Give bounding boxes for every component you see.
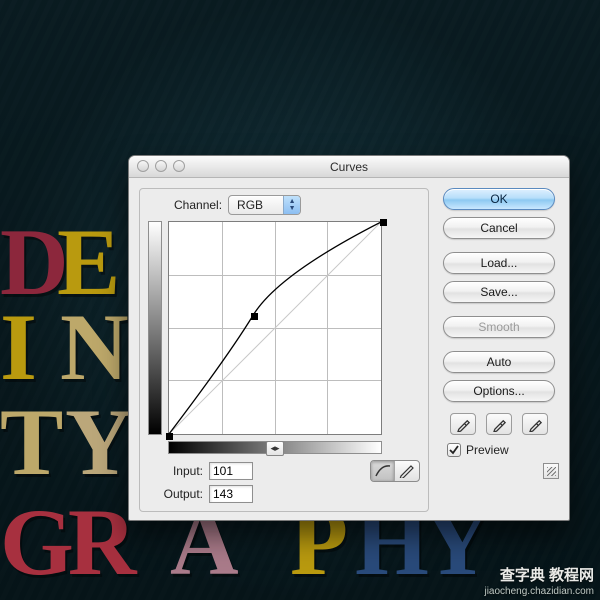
gradient-midpoint-handle[interactable]: ◂▸: [266, 441, 284, 456]
curve-point-selected[interactable]: [251, 313, 258, 320]
load-button[interactable]: Load...: [443, 252, 555, 274]
channel-value: RGB: [229, 198, 283, 212]
zoom-icon[interactable]: [173, 160, 185, 172]
check-icon: [449, 445, 459, 455]
channel-label: Channel:: [174, 198, 222, 212]
window-controls[interactable]: [137, 160, 185, 172]
dialog-titlebar[interactable]: Curves: [129, 156, 569, 178]
resize-handle-icon[interactable]: [543, 463, 559, 479]
output-label: Output:: [148, 487, 203, 501]
options-button[interactable]: Options...: [443, 380, 555, 402]
curve-point-end[interactable]: [380, 219, 387, 226]
curve-pencil-icon[interactable]: [395, 461, 419, 481]
curve-smooth-icon[interactable]: [371, 461, 395, 481]
vertical-gradient: [148, 221, 162, 435]
dialog-title: Curves: [330, 160, 368, 174]
input-label: Input:: [148, 464, 203, 478]
input-field[interactable]: [209, 462, 253, 480]
curves-group: Channel: RGB ▲▼: [139, 188, 429, 512]
preview-checkbox[interactable]: [447, 443, 461, 457]
smooth-button: Smooth: [443, 316, 555, 338]
eyedropper-black-icon[interactable]: [450, 413, 476, 435]
output-field[interactable]: [209, 485, 253, 503]
eyedropper-white-icon[interactable]: [522, 413, 548, 435]
minimize-icon[interactable]: [155, 160, 167, 172]
horizontal-gradient[interactable]: ◂▸: [168, 441, 382, 454]
auto-button[interactable]: Auto: [443, 351, 555, 373]
channel-select[interactable]: RGB ▲▼: [228, 195, 301, 215]
curves-plot[interactable]: [168, 221, 382, 435]
close-icon[interactable]: [137, 160, 149, 172]
ok-button[interactable]: OK: [443, 188, 555, 210]
curves-dialog: Curves Channel: RGB ▲▼: [128, 155, 570, 521]
stepper-icon[interactable]: ▲▼: [283, 196, 300, 214]
eyedropper-gray-icon[interactable]: [486, 413, 512, 435]
curve-mode-toggle[interactable]: [370, 460, 420, 482]
watermark: 查字典 教程网 jiaocheng.chazidian.com: [484, 567, 594, 598]
preview-label: Preview: [466, 443, 509, 457]
save-button[interactable]: Save...: [443, 281, 555, 303]
cancel-button[interactable]: Cancel: [443, 217, 555, 239]
curve-point-start[interactable]: [166, 433, 173, 440]
